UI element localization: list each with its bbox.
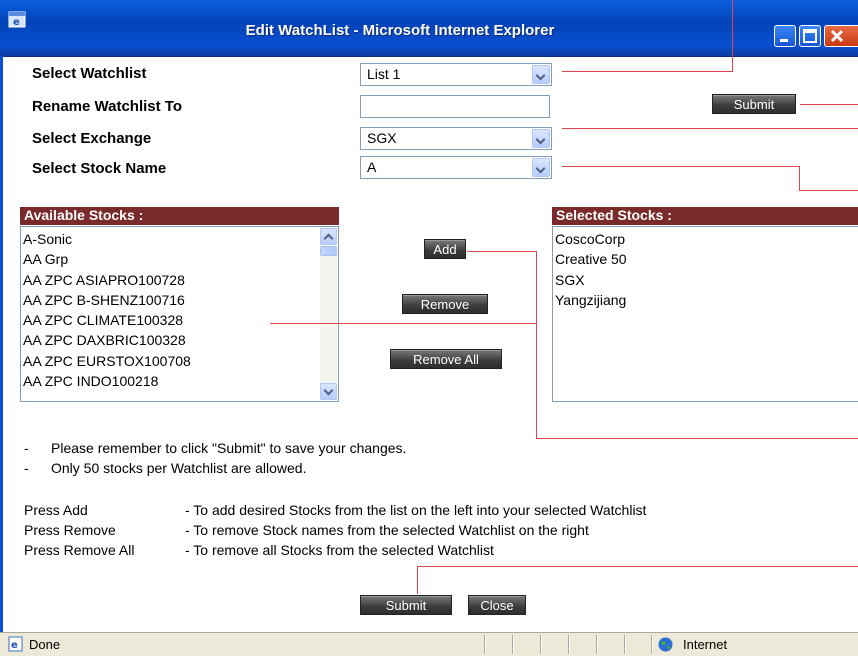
selected-stocks-list[interactable]: CoscoCorp Creative 50 SGX Yangzijiang: [552, 226, 858, 402]
submit-top-button[interactable]: Submit: [712, 94, 796, 114]
watchlist-select-value: List 1: [367, 66, 401, 82]
close-icon: [830, 29, 844, 43]
selected-stocks-header: Selected Stocks :: [552, 207, 858, 225]
minimize-icon: [780, 39, 788, 42]
note-submit-reminder: - Please remember to click "Submit" to sa…: [24, 440, 406, 456]
annotation-line: [467, 251, 536, 252]
window-title: Edit WatchList - Microsoft Internet Expl…: [245, 22, 555, 39]
annotation-line: [270, 323, 536, 324]
internet-globe-icon: [658, 637, 673, 652]
list-item[interactable]: AA ZPC CLIMATE100328: [21, 310, 338, 330]
annotation-line: [800, 104, 858, 105]
help-key: Press Add: [24, 502, 88, 518]
scroll-down-icon[interactable]: [320, 383, 337, 400]
select-stock-label: Select Stock Name: [32, 160, 167, 177]
rename-watchlist-label: Rename Watchlist To: [32, 98, 183, 115]
available-stocks-list[interactable]: A-Sonic AA Grp AA ZPC ASIAPRO100728 AA Z…: [20, 226, 339, 402]
exchange-select-value: SGX: [367, 130, 397, 146]
scroll-thumb[interactable]: [320, 246, 337, 256]
stock-name-select[interactable]: A: [360, 156, 552, 179]
list-item[interactable]: AA Grp: [21, 249, 338, 269]
annotation-line: [732, 0, 733, 18]
help-text: - To remove Stock names from the selecte…: [185, 522, 589, 538]
note-text: Only 50 stocks per Watchlist are allowed…: [51, 460, 307, 476]
annotation-line: [799, 190, 858, 191]
select-watchlist-label: Select Watchlist: [32, 65, 147, 82]
page-icon: e: [8, 636, 23, 652]
close-button[interactable]: Close: [468, 595, 526, 615]
status-separator: [651, 635, 652, 654]
list-item[interactable]: AA ZPC B-SHENZ100716: [21, 290, 338, 310]
bullet-dash: -: [24, 440, 29, 456]
status-text: Done: [29, 637, 61, 652]
list-item[interactable]: CoscoCorp: [553, 229, 858, 249]
title-bar: e Edit WatchList - Microsoft Internet Ex…: [0, 0, 858, 57]
status-separator: [568, 635, 569, 654]
status-bar: e Done Internet: [0, 632, 858, 656]
security-zone-label: Internet: [683, 637, 728, 652]
submit-bottom-button[interactable]: Submit: [360, 595, 452, 615]
status-separator: [540, 635, 541, 654]
chevron-down-icon[interactable]: [532, 129, 550, 148]
help-row-remove: Press Remove - To remove Stock names from…: [24, 522, 589, 538]
help-row-remove-all: Press Remove All - To remove all Stocks f…: [24, 542, 494, 558]
note-limit: - Only 50 stocks per Watchlist are allowe…: [24, 460, 306, 476]
annotation-line: [562, 128, 858, 129]
list-item[interactable]: AA ZPC EURSTOX100708: [21, 351, 338, 371]
list-item[interactable]: A-Sonic: [21, 229, 338, 249]
annotation-line: [417, 566, 418, 594]
watchlist-select[interactable]: List 1: [360, 63, 552, 86]
annotation-line: [562, 71, 733, 72]
list-item[interactable]: Yangzijiang: [553, 290, 858, 310]
annotation-line: [799, 166, 800, 190]
remove-button[interactable]: Remove: [402, 294, 488, 314]
page-content: Select Watchlist List 1 Rename Watchlist…: [0, 56, 858, 632]
svg-text:e: e: [11, 640, 18, 651]
scrollbar[interactable]: [320, 228, 337, 400]
status-separator: [624, 635, 625, 654]
scroll-up-icon[interactable]: [320, 228, 337, 245]
rename-watchlist-input[interactable]: [360, 95, 550, 118]
remove-all-button[interactable]: Remove All: [390, 349, 502, 369]
list-item[interactable]: AA ZPC ASIAPRO100728: [21, 270, 338, 290]
maximize-icon: [803, 29, 817, 43]
annotation-line: [732, 18, 733, 71]
maximize-button[interactable]: [799, 25, 821, 47]
help-row-add: Press Add - To add desired Stocks from th…: [24, 502, 646, 518]
list-item[interactable]: AA ZPC INDO100218: [21, 371, 338, 391]
exchange-select[interactable]: SGX: [360, 127, 552, 150]
available-stocks-header: Available Stocks :: [20, 207, 339, 225]
chevron-down-icon[interactable]: [532, 158, 550, 177]
status-separator: [484, 635, 485, 654]
help-key: Press Remove: [24, 522, 116, 538]
help-text: - To add desired Stocks from the list on…: [185, 502, 647, 518]
close-window-button[interactable]: [824, 25, 858, 47]
help-text: - To remove all Stocks from the selected…: [185, 542, 494, 558]
list-item[interactable]: Creative 50: [553, 249, 858, 269]
add-button[interactable]: Add: [424, 239, 466, 259]
bullet-dash: -: [24, 460, 29, 476]
select-exchange-label: Select Exchange: [32, 130, 152, 147]
help-key: Press Remove All: [24, 542, 135, 558]
status-separator: [596, 635, 597, 654]
annotation-line: [536, 438, 858, 439]
status-separator: [512, 635, 513, 654]
annotation-line: [562, 166, 799, 167]
note-text: Please remember to click "Submit" to sav…: [51, 440, 407, 456]
annotation-line: [536, 251, 537, 438]
stock-name-select-value: A: [367, 159, 377, 175]
list-item[interactable]: AA ZPC DAXBRIC100328: [21, 330, 338, 350]
list-item[interactable]: SGX: [553, 270, 858, 290]
minimize-button[interactable]: [774, 25, 796, 47]
chevron-down-icon[interactable]: [532, 65, 550, 84]
annotation-line: [417, 566, 858, 567]
